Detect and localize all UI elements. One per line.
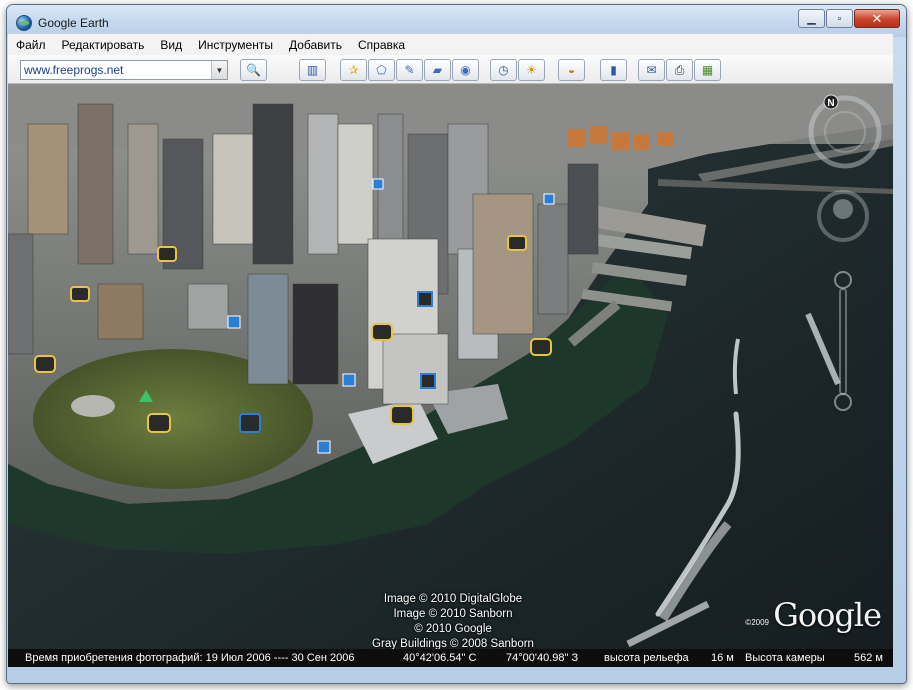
eye-altitude-value: 562 м xyxy=(854,652,883,664)
eye-altitude-label: Высота камеры xyxy=(745,652,825,664)
menu-help[interactable]: Справка xyxy=(350,34,413,56)
svg-text:N: N xyxy=(827,98,834,109)
google-earth-icon xyxy=(16,15,32,31)
record-tour-icon: ◉ xyxy=(460,63,471,77)
sunlight-button[interactable]: ☀ xyxy=(518,59,545,81)
imagery-date: Время приобретения фотографий: 19 Июл 20… xyxy=(25,652,355,664)
historical-imagery-icon: ◷ xyxy=(498,63,509,77)
latitude-readout: 40°42'06.54" С xyxy=(403,652,477,664)
path-icon: ✎ xyxy=(404,63,415,77)
print-button[interactable]: ⎙ xyxy=(666,59,693,81)
sunlight-icon: ☀ xyxy=(526,63,537,77)
map-view-icon: ▦ xyxy=(701,63,714,77)
navigation-controls: N xyxy=(803,84,893,424)
logo-copyright-year: ©2009 xyxy=(745,618,769,627)
view-in-maps-button[interactable]: ▦ xyxy=(694,59,721,81)
add-image-overlay-button[interactable]: ▰ xyxy=(424,59,451,81)
email-button[interactable]: ✉ xyxy=(638,59,665,81)
credit-line: © 2010 Google xyxy=(414,623,492,635)
close-button[interactable]: ✕ xyxy=(854,9,900,28)
elevation-label: высота рельефа xyxy=(604,652,689,664)
menu-tools[interactable]: Инструменты xyxy=(190,34,281,56)
record-tour-button[interactable]: ◉ xyxy=(452,59,479,81)
email-icon: ✉ xyxy=(646,63,657,77)
print-icon: ⎙ xyxy=(674,63,685,77)
longitude-readout: 74°00'40.98" З xyxy=(506,652,579,664)
search-icon: 🔍 xyxy=(246,63,261,77)
credit-line: Image © 2010 DigitalGlobe xyxy=(383,593,523,605)
imagery-credits: Image © 2010 DigitalGlobe Image © 2010 S… xyxy=(308,592,598,649)
add-polygon-button[interactable]: ⬠ xyxy=(368,59,395,81)
move-joystick-icon xyxy=(817,190,869,242)
polygon-icon: ⬠ xyxy=(376,63,387,77)
add-placemark-button[interactable]: ✰ xyxy=(340,59,367,81)
menu-add[interactable]: Добавить xyxy=(281,34,350,56)
elevation-value: 16 м xyxy=(711,652,734,664)
menu-edit[interactable]: Редактировать xyxy=(54,34,153,56)
search-combobox[interactable]: ▼ xyxy=(20,60,228,80)
maximize-button[interactable]: ▫ xyxy=(826,9,853,28)
status-bar: Время приобретения фотографий: 19 Июл 20… xyxy=(8,649,893,667)
credit-line: Image © 2010 Sanborn xyxy=(393,608,513,620)
switch-planet-button[interactable]: ◒ xyxy=(558,59,585,81)
add-path-button[interactable]: ✎ xyxy=(396,59,423,81)
ruler-button[interactable]: ▮ xyxy=(600,59,627,81)
ruler-icon: ▮ xyxy=(610,63,617,77)
credit-line: Gray Buildings © 2008 Sanborn xyxy=(372,638,534,649)
search-input[interactable] xyxy=(21,61,211,79)
window-controls: ▁ ▫ ✕ xyxy=(797,9,900,29)
menu-view[interactable]: Вид xyxy=(152,34,190,56)
image-overlay-icon: ▰ xyxy=(432,63,443,77)
sidebar-toggle-button[interactable]: ▥ xyxy=(299,59,326,81)
sidebar-icon: ▥ xyxy=(306,63,319,77)
search-button[interactable]: 🔍 xyxy=(240,59,267,81)
menu-file[interactable]: Файл xyxy=(8,34,54,56)
zoom-slider-icon xyxy=(834,271,852,411)
placemark-icon: ✰ xyxy=(348,63,359,77)
chevron-down-icon[interactable]: ▼ xyxy=(211,61,227,79)
google-logo: Google xyxy=(773,596,882,634)
planet-icon: ◒ xyxy=(567,63,576,77)
aerial-imagery xyxy=(8,84,893,649)
menu-bar: Файл Редактировать Вид Инструменты Добав… xyxy=(8,33,893,55)
historical-imagery-button[interactable]: ◷ xyxy=(490,59,517,81)
window-title: Google Earth xyxy=(38,16,109,30)
earth-3d-view[interactable]: N Image © 2010 DigitalGlobe Image © 2010… xyxy=(8,84,893,649)
minimize-button[interactable]: ▁ xyxy=(798,9,825,28)
toolbar: ▼ 🔍 ▥ ✰ ⬠ ✎ ▰ ◉ ◷ ☀ ◒ ▮ ✉ ⎙ ▦ xyxy=(8,55,893,84)
compass-ring-icon: N xyxy=(808,94,882,169)
